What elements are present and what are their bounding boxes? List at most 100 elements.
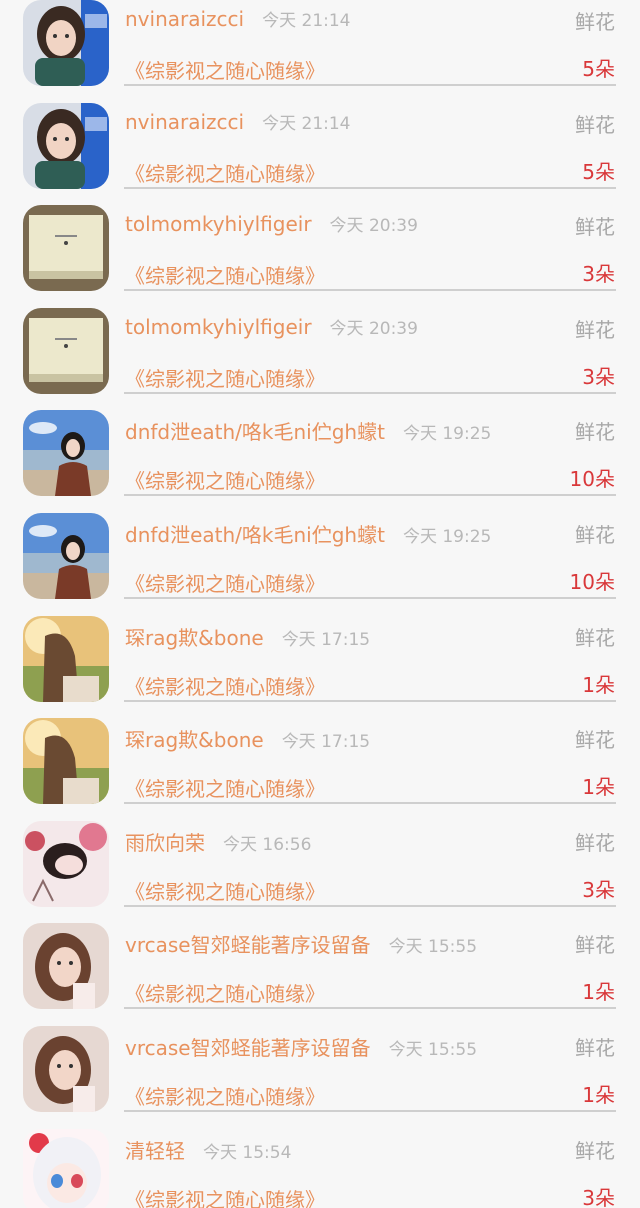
- book-title-link[interactable]: 《综影视之随心随缘》: [125, 1081, 325, 1110]
- username[interactable]: 清轻轻 今天 15:54: [125, 1135, 291, 1164]
- user-avatar-girl-scarf[interactable]: [23, 102, 109, 189]
- gift-type: 鲜花: [575, 1036, 615, 1060]
- book-title-link[interactable]: 《综影视之随心随缘》: [125, 876, 325, 905]
- timestamp: 今天 15:55: [388, 1040, 478, 1060]
- gift-count: 1朵: [582, 775, 615, 800]
- user-avatar-beach-girl[interactable]: [23, 513, 109, 599]
- timestamp: 今天 19:25: [402, 527, 492, 547]
- book-title-link[interactable]: 《综影视之随心随缘》: [125, 260, 325, 289]
- row-divider: [124, 494, 616, 497]
- gift-record-row[interactable]: dnfd泄eath/咯k毛ni伫gh蠓t 今天 19:25 鲜花 《综影视之随心随…: [0, 513, 640, 616]
- username-text: dnfd泄eath/咯k毛ni伫gh蠓t: [125, 420, 385, 445]
- row-divider: [124, 597, 616, 599]
- username[interactable]: dnfd泄eath/咯k毛ni伫gh蠓t 今天 19:25: [125, 416, 491, 445]
- username[interactable]: nvinaraizcci 今天 21:14: [125, 6, 351, 31]
- user-avatar-sunset-girl[interactable]: [23, 718, 109, 805]
- gift-type: 鲜花: [575, 728, 615, 753]
- username[interactable]: nvinaraizcci 今天 21:14: [125, 109, 351, 134]
- book-title-link[interactable]: 《综影视之随心随缘》: [125, 773, 325, 802]
- user-avatar-anime-girl[interactable]: [23, 1128, 109, 1208]
- timestamp: 今天 21:14: [262, 113, 351, 134]
- username-text: nvinaraizcci: [125, 7, 245, 31]
- row-divider: [124, 186, 616, 189]
- gift-record-row[interactable]: 雨欣向荣 今天 16:56 鲜花 《综影视之随心随缘》 3朵: [0, 820, 640, 924]
- timestamp: 今天 16:56: [223, 834, 312, 855]
- user-avatar-girl-scarf[interactable]: [23, 0, 109, 86]
- gift-count: 1朵: [582, 672, 615, 697]
- user-avatar-beach-girl[interactable]: [23, 410, 109, 497]
- row-divider: [124, 802, 616, 805]
- book-title-link[interactable]: 《综影视之随心随缘》: [125, 158, 325, 187]
- row-divider: [124, 699, 616, 702]
- username[interactable]: 琛rag欺&bone 今天 17:15: [125, 724, 370, 753]
- gift-record-row[interactable]: nvinaraizcci 今天 21:14 鲜花 《综影视之随心随缘》 5朵: [0, 0, 640, 103]
- gift-count: 10朵: [569, 467, 615, 492]
- gift-record-row[interactable]: vrcase智郊蛏能著序设留备 今天 15:55 鲜花 《综影视之随心随缘》 1朵: [0, 1026, 640, 1129]
- book-title-link[interactable]: 《综影视之随心随缘》: [125, 671, 325, 700]
- gift-record-row[interactable]: nvinaraizcci 今天 21:14 鲜花 《综影视之随心随缘》 5朵: [0, 102, 640, 206]
- gift-count: 3朵: [582, 364, 615, 389]
- timestamp: 今天 19:25: [402, 424, 492, 445]
- username-text: tolmomkyhiylfigeir: [125, 314, 312, 339]
- row-divider: [124, 289, 616, 292]
- gift-count: 3朵: [582, 877, 615, 902]
- gift-record-row[interactable]: dnfd泄eath/咯k毛ni伫gh蠓t 今天 19:25 鲜花 《综影视之随心随…: [0, 410, 640, 513]
- username-text: 清轻轻: [125, 1138, 185, 1163]
- user-avatar-selfie-girl[interactable]: [23, 1026, 109, 1112]
- gift-count: 5朵: [582, 57, 615, 81]
- book-title-link[interactable]: 《综影视之随心随缘》: [125, 465, 325, 494]
- gift-type: 鲜花: [575, 112, 615, 137]
- gift-record-row[interactable]: 清轻轻 今天 15:54 鲜花 《综影视之随心随缘》 3朵: [0, 1128, 640, 1208]
- gift-type: 鲜花: [575, 625, 615, 650]
- timestamp: 今天 20:39: [329, 318, 418, 339]
- book-title-link[interactable]: 《综影视之随心随缘》: [125, 55, 325, 84]
- book-title-link[interactable]: 《综影视之随心随缘》: [125, 1184, 325, 1208]
- user-avatar-book-cover[interactable]: [23, 307, 109, 394]
- username-text: 雨欣向荣: [125, 830, 205, 855]
- username[interactable]: 雨欣向荣 今天 16:56: [125, 827, 311, 856]
- gift-record-row[interactable]: tolmomkyhiylfigeir 今天 20:39 鲜花 《综影视之随心随缘》…: [0, 307, 640, 411]
- gift-type: 鲜花: [575, 523, 615, 547]
- username[interactable]: tolmomkyhiylfigeir 今天 20:39: [125, 211, 418, 236]
- gift-record-row[interactable]: tolmomkyhiylfigeir 今天 20:39 鲜花 《综影视之随心随缘》…: [0, 205, 640, 308]
- username[interactable]: vrcase智郊蛏能著序设留备 今天 15:55: [125, 1032, 477, 1061]
- username-text: dnfd泄eath/咯k毛ni伫gh蠓t: [125, 523, 385, 547]
- row-divider: [124, 84, 616, 86]
- username[interactable]: dnfd泄eath/咯k毛ni伫gh蠓t 今天 19:25: [125, 519, 491, 548]
- user-avatar-book-cover[interactable]: [23, 205, 109, 292]
- book-title-link[interactable]: 《综影视之随心随缘》: [125, 568, 325, 597]
- timestamp: 今天 17:15: [281, 629, 371, 650]
- gift-record-row[interactable]: 琛rag欺&bone 今天 17:15 鲜花 《综影视之随心随缘》 1朵: [0, 718, 640, 821]
- gift-type: 鲜花: [575, 317, 615, 342]
- book-title-link[interactable]: 《综影视之随心随缘》: [125, 363, 325, 392]
- user-avatar-selfie-girl[interactable]: [23, 923, 109, 1010]
- user-avatar-sunset-girl[interactable]: [23, 615, 109, 702]
- username[interactable]: 琛rag欺&bone 今天 17:15: [125, 622, 370, 651]
- gift-record-row[interactable]: vrcase智郊蛏能著序设留备 今天 15:55 鲜花 《综影视之随心随缘》 1朵: [0, 923, 640, 1026]
- username-text: nvinaraizcci: [125, 109, 245, 134]
- gift-type: 鲜花: [575, 933, 615, 958]
- username-text: 琛rag欺&bone: [125, 728, 264, 753]
- gift-count: 3朵: [582, 262, 615, 287]
- username-text: vrcase智郊蛏能著序设留备: [125, 1036, 371, 1060]
- gift-count: 10朵: [569, 570, 615, 594]
- user-avatar-flower-girl[interactable]: [23, 820, 109, 907]
- row-divider: [124, 1007, 616, 1010]
- username[interactable]: vrcase智郊蛏能著序设留备 今天 15:55: [125, 929, 477, 958]
- gift-count: 1朵: [582, 1083, 615, 1107]
- row-divider: [124, 904, 616, 907]
- username-text: vrcase智郊蛏能著序设留备: [125, 933, 371, 958]
- timestamp: 今天 17:15: [281, 732, 371, 753]
- gift-record-list: nvinaraizcci 今天 21:14 鲜花 《综影视之随心随缘》 5朵 nv…: [0, 0, 640, 1208]
- gift-count: 3朵: [582, 1185, 615, 1208]
- row-divider: [124, 391, 616, 394]
- gift-type: 鲜花: [575, 10, 615, 34]
- gift-count: 5朵: [582, 159, 615, 184]
- username[interactable]: tolmomkyhiylfigeir 今天 20:39: [125, 314, 418, 339]
- row-divider: [124, 1110, 616, 1112]
- gift-record-row[interactable]: 琛rag欺&bone 今天 17:15 鲜花 《综影视之随心随缘》 1朵: [0, 615, 640, 719]
- gift-type: 鲜花: [575, 420, 615, 445]
- timestamp: 今天 21:14: [262, 11, 351, 31]
- book-title-link[interactable]: 《综影视之随心随缘》: [125, 978, 325, 1007]
- gift-count: 1朵: [582, 980, 615, 1005]
